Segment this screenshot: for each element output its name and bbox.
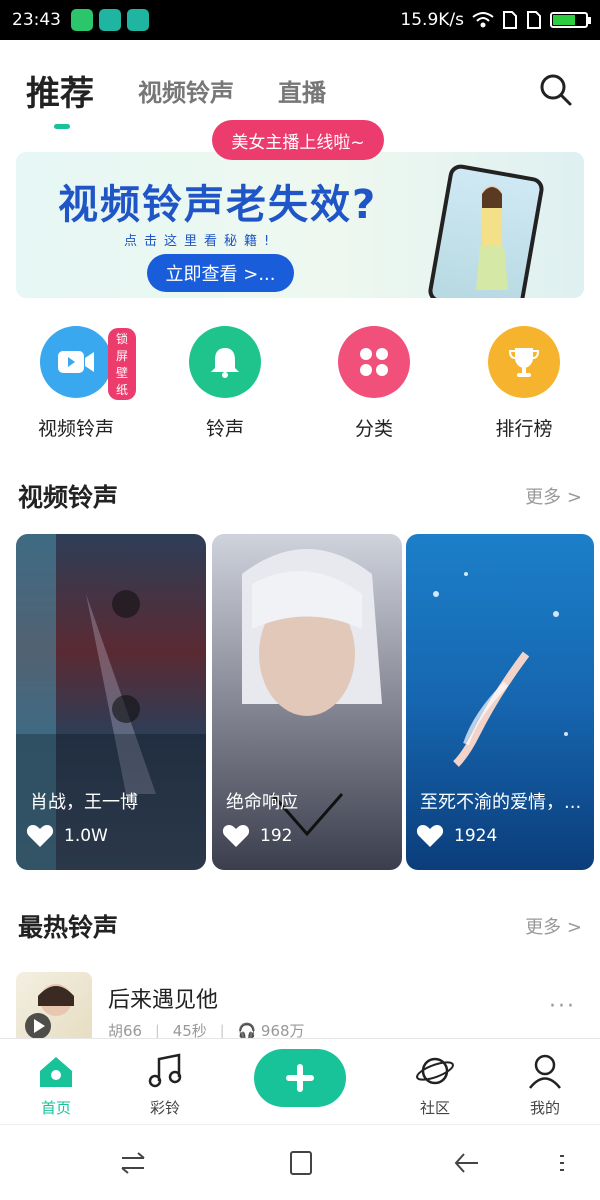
banner-cta-button[interactable]: 立即查看 >... [147,254,294,292]
nav-community[interactable]: 社区 [395,1053,475,1118]
entry-label: 分类 [354,418,393,440]
status-bar: 23:43 15.9K/s [0,0,600,40]
bottom-nav: 首页 彩铃 社区 我的 [0,1038,600,1124]
song-title: 后来遇见他 [108,988,219,1013]
trophy-icon [488,326,560,398]
create-button[interactable] [254,1049,346,1107]
music-note-icon [148,1053,182,1088]
tab-video-ringtone[interactable]: 视频铃声 [138,73,234,108]
banner-subtext: 点击这里看秘籍! [124,234,277,249]
girl-illustration [476,186,508,290]
nav-label: 首页 [40,1099,71,1117]
section-title: 视频铃声 [18,483,119,512]
entry-ranking[interactable]: 排行榜 [464,326,584,441]
hot-section-header: 最热铃声 更多 > [18,906,582,946]
app-notification-icon [71,9,93,31]
system-nav-bar [0,1124,600,1200]
home-icon [40,1057,72,1087]
section-title: 最热铃声 [18,913,119,942]
more-link[interactable]: 更多 > [525,913,582,939]
entry-label: 铃声 [205,418,244,440]
promo-banner[interactable]: 视频铃声老失效? 点击这里看秘籍! 立即查看 >... [16,152,584,298]
person-icon [529,1054,561,1089]
nav-home[interactable]: 首页 [16,1053,96,1118]
video-card[interactable]: 绝命响应 192 [212,534,402,870]
entry-category[interactable]: 分类 [314,326,434,441]
video-card[interactable]: 至死不渝的爱情，... 1924 [406,534,594,870]
more-options-icon[interactable]: ··· [549,994,576,1019]
status-time: 23:43 [12,10,61,30]
card-thumbnail [242,549,382,837]
sim-icon [503,11,517,29]
nav-label: 彩铃 [149,1099,180,1117]
tab-live[interactable]: 直播 [278,73,326,108]
switch-apps-icon[interactable] [118,1149,148,1177]
likes-count: 192 [260,826,293,846]
entry-badge: 锁屏壁纸 [108,328,136,400]
nav-mine[interactable]: 我的 [505,1053,585,1118]
sim-icon [527,11,541,29]
home-square-icon[interactable] [286,1149,316,1177]
top-tabs: 推荐 视频铃声 直播 [26,60,574,129]
search-icon[interactable] [538,72,574,108]
entry-video-ringtone[interactable]: 锁屏壁纸 视频铃声 [16,326,136,441]
back-arrow-icon[interactable] [452,1149,482,1177]
grid-icon [338,326,410,398]
likes-count: 1924 [454,826,498,846]
entry-ringtone[interactable]: 铃声 [165,326,285,441]
nav-color-ring[interactable]: 彩铃 [125,1053,205,1118]
likes-count: 1.0W [64,826,108,846]
card-likes: 192 [222,824,292,848]
live-announcement-pill[interactable]: 美女主播上线啦~ [212,120,384,160]
video-card-row: 肖战，王一博 1.0W 绝命响应 192 至死不渝的爱情，... 1924 [16,534,600,870]
menu-icon[interactable] [552,1149,572,1177]
more-link[interactable]: 更多 > [525,483,582,509]
video-card[interactable]: 肖战，王一博 1.0W [16,534,206,870]
heart-icon [26,825,54,847]
card-likes: 1924 [416,824,497,848]
card-thumbnail [16,534,206,870]
plus-icon [286,1064,314,1092]
heart-icon [416,825,444,847]
banner-headline: 视频铃声老失效? [58,182,378,228]
planet-icon [416,1057,454,1085]
battery-icon [550,12,591,28]
card-title: 至死不渝的爱情，... [420,792,582,813]
card-title: 绝命响应 [226,792,298,813]
heart-icon [222,825,250,847]
network-speed: 15.9K/s [400,10,464,30]
video-section-header: 视频铃声 更多 > [18,476,582,516]
nav-label: 我的 [529,1099,560,1117]
card-title: 肖战，王一博 [30,792,138,813]
quick-entry-grid: 锁屏壁纸 视频铃声 铃声 分类 排行榜 [0,326,600,446]
song-list-item[interactable]: 后来遇见他 胡66 | 45秒 | 🎧 968万 ··· [16,972,584,1048]
tab-recommend[interactable]: 推荐 [26,66,94,129]
entry-label: 视频铃声 [37,418,114,440]
song-cover [16,972,92,1048]
usb-icon [127,9,149,31]
video-camera-icon [40,326,112,398]
entry-label: 排行榜 [495,418,553,440]
app-notification-icon [99,9,121,31]
card-likes: 1.0W [26,824,108,848]
wifi-icon [472,12,494,28]
nav-label: 社区 [419,1099,450,1117]
bell-icon [189,326,261,398]
card-thumbnail [433,572,568,767]
